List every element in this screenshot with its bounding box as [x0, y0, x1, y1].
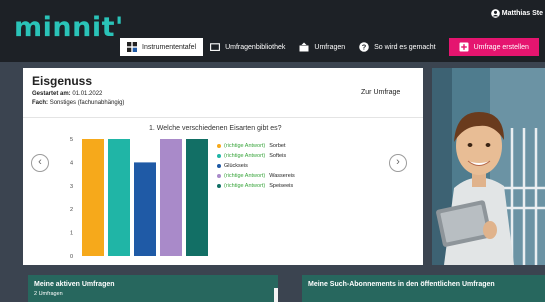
legend-label: Sorbet — [269, 143, 286, 149]
legend-dot — [217, 154, 221, 158]
legend-label: Softeis — [269, 153, 287, 159]
correct-answer-tag: (richtige Antwort) — [224, 153, 266, 159]
dashboard-icon — [127, 42, 137, 52]
svg-text:?: ? — [362, 43, 367, 52]
y-tick-label: 3 — [70, 184, 73, 190]
folder-icon — [210, 43, 221, 51]
correct-answer-tag: (richtige Antwort) — [224, 143, 266, 149]
y-tick-label: 4 — [70, 160, 73, 166]
chart-bar-glückseis — [134, 162, 156, 256]
create-survey-button[interactable]: Umfrage erstellen — [448, 38, 539, 56]
plus-square-icon — [459, 42, 469, 52]
search-subscriptions-panel[interactable]: Meine Such-Abonnements in den öffentlich… — [302, 275, 545, 302]
panel-title: Meine aktiven Umfragen — [34, 281, 115, 288]
legend-dot — [217, 184, 221, 188]
main-navigation: Instrumententafel Umfragenbibliothek Umf… — [120, 38, 539, 56]
survey-card: Eisgenuss Gestartet am: 01.01.2022 Fach:… — [23, 68, 423, 265]
chart-bar-softeis — [108, 139, 130, 256]
y-tick-label: 2 — [70, 207, 73, 213]
active-surveys-panel[interactable]: Meine aktiven Umfragen 2 Umfragen — [28, 275, 278, 302]
legend-dot — [217, 174, 221, 178]
nav-label: Umfrage erstellen — [473, 43, 529, 51]
next-question-button[interactable]: › — [389, 154, 407, 172]
correct-answer-tag: (richtige Antwort) — [224, 183, 266, 189]
legend-item: (richtige Antwort) Sorbet — [217, 141, 295, 151]
survey-count: 2 Umfragen — [34, 291, 63, 297]
y-tick-label: 5 — [70, 137, 73, 143]
chart-bar-sorbet — [82, 139, 104, 256]
panel-edge — [274, 288, 278, 302]
chart-legend: (richtige Antwort) Sorbet (richtige Antw… — [217, 141, 295, 191]
chart-bar-speiseeis — [186, 139, 208, 256]
user-name: Matthias Ste — [501, 10, 543, 17]
top-nav-bar: minnit' Matthias Ste Instrumententafel U… — [0, 0, 545, 62]
correct-answer-tag: (richtige Antwort) — [224, 173, 266, 179]
legend-dot — [217, 164, 221, 168]
legend-item: (richtige Antwort) Wassereis — [217, 171, 295, 181]
nav-label: So wird es gemacht — [374, 43, 436, 51]
user-icon — [490, 9, 500, 18]
user-menu[interactable]: Matthias Ste — [490, 9, 543, 18]
y-tick-label: 0 — [70, 254, 73, 260]
legend-label: Glückseis — [224, 163, 248, 169]
legend-item: (richtige Antwort) Speiseeis — [217, 181, 295, 191]
chart-bar-wassereis — [160, 139, 182, 256]
app-logo[interactable]: minnit' — [14, 12, 124, 43]
help-icon: ? — [359, 42, 369, 52]
student-with-tablet-image — [432, 68, 545, 265]
y-tick-label: 1 — [70, 231, 73, 237]
legend-label: Wassereis — [269, 173, 295, 179]
nav-label: Umfragenbibliothek — [225, 43, 286, 51]
survey-icon — [299, 42, 309, 52]
legend-label: Speiseeis — [269, 183, 294, 189]
nav-so-wird-es-gemacht[interactable]: ? So wird es gemacht — [352, 38, 442, 56]
nav-label: Umfragen — [314, 43, 346, 51]
legend-item: (richtige Antwort) Softeis — [217, 151, 295, 161]
nav-umfragenbibliothek[interactable]: Umfragenbibliothek — [203, 38, 292, 56]
legend-item: Glückseis — [217, 161, 295, 171]
nav-instrumententafel[interactable]: Instrumententafel — [120, 38, 204, 56]
previous-question-button[interactable]: ‹ — [31, 154, 49, 172]
nav-label: Instrumententafel — [142, 43, 197, 51]
panel-title: Meine Such-Abonnements in den öffentlich… — [308, 281, 495, 288]
legend-dot — [217, 144, 221, 148]
nav-umfragen[interactable]: Umfragen — [292, 38, 352, 56]
